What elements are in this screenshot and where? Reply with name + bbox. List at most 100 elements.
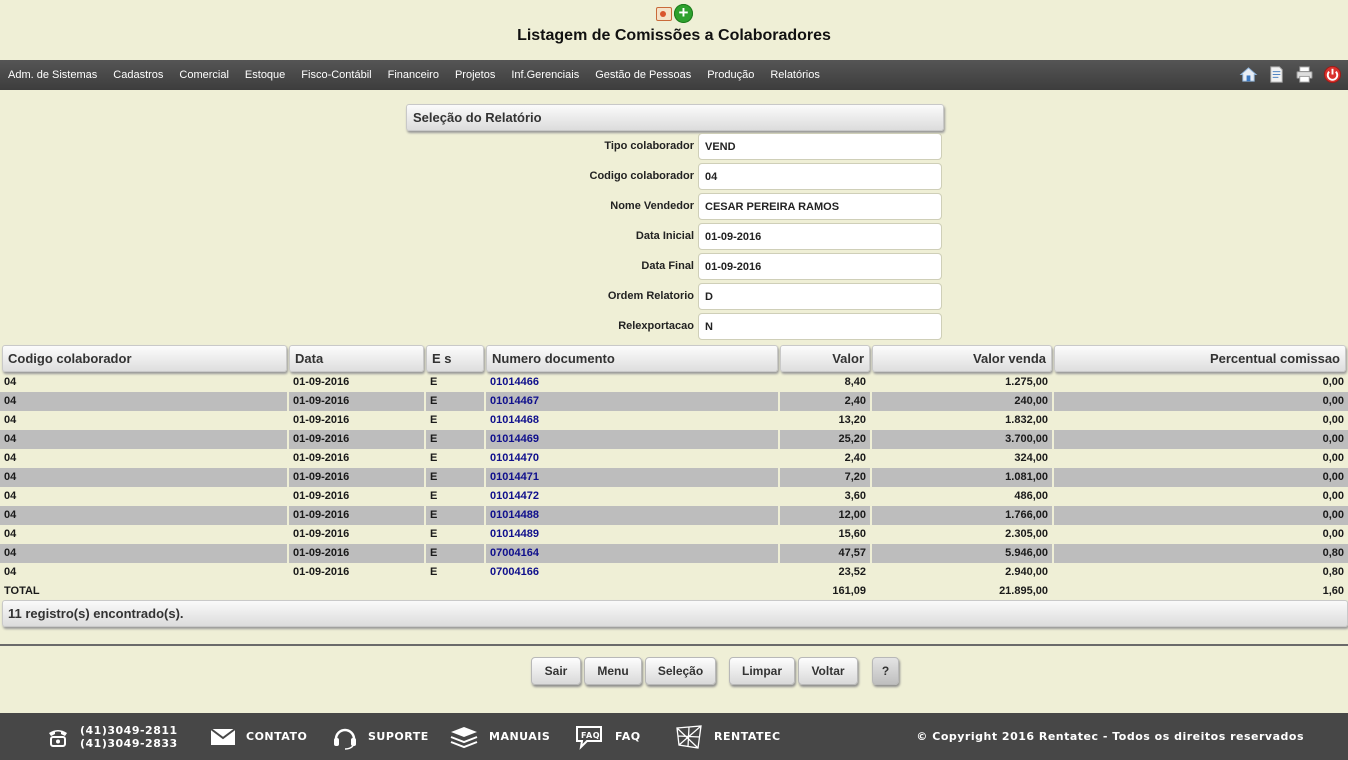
document-number-link[interactable]: 07004166	[486, 563, 778, 582]
contato-link[interactable]: CONTATO	[246, 730, 307, 743]
field-row-data-final: Data Final 01-09-2016	[406, 253, 944, 281]
footer: (41)3049-2811 (41)3049-2833 CONTATO SUPO…	[0, 713, 1348, 760]
table-row: 04 01-09-2016 E 01014472 3,60 486,00 0,00	[0, 487, 1348, 506]
cell-percentual: 0,00	[1054, 430, 1348, 449]
menu-item-inf-gerenciais[interactable]: Inf.Gerenciais	[503, 69, 587, 81]
nome-vendedor-field[interactable]: CESAR PEREIRA RAMOS	[698, 193, 942, 220]
menu-item-cadastros[interactable]: Cadastros	[105, 69, 171, 81]
telephone-icon	[49, 729, 67, 747]
document-number-link[interactable]: 01014468	[486, 411, 778, 430]
powerpoint-icon[interactable]	[656, 6, 672, 21]
cell-es: E	[426, 506, 484, 525]
cell-data: 01-09-2016	[293, 414, 350, 426]
column-header-valor-venda[interactable]: Valor venda	[872, 345, 1052, 372]
menu-item-producao[interactable]: Produção	[699, 69, 762, 81]
table-row: 04 01-09-2016 E 01014489 15,60 2.305,00 0,00	[0, 525, 1348, 544]
home-icon[interactable]	[1239, 64, 1258, 84]
menu-item-estoque[interactable]: Estoque	[237, 69, 293, 81]
field-row-ordem-relatorio: Ordem Relatorio D	[406, 283, 944, 311]
cell-es: E	[426, 392, 484, 411]
codigo-colaborador-field[interactable]: 04	[698, 163, 942, 190]
tipo-colaborador-field[interactable]: VEND	[698, 133, 942, 160]
printer-icon[interactable]	[1295, 64, 1314, 84]
cell-codigo: 04	[4, 414, 17, 426]
cell-valor: 7,20	[780, 468, 870, 487]
add-icon[interactable]: +	[674, 4, 693, 23]
table-row: 04 01-09-2016 E 07004166 23,52 2.940,00 0,80	[0, 563, 1348, 582]
cell-data: 01-09-2016	[293, 528, 350, 540]
column-header-numero-documento[interactable]: Numero documento	[486, 345, 778, 372]
document-number-link[interactable]: 01014469	[486, 430, 778, 449]
footer-faq[interactable]: FAQ FAQ	[575, 713, 641, 760]
column-header-percentual[interactable]: Percentual comissao	[1054, 345, 1346, 372]
rentatec-link[interactable]: RENTATEC	[714, 730, 781, 743]
menu-item-projetos[interactable]: Projetos	[447, 69, 503, 81]
document-number-link[interactable]: 01014471	[486, 468, 778, 487]
field-row-data-inicial: Data Inicial 01-09-2016	[406, 223, 944, 251]
cell-valor: 47,57	[780, 544, 870, 563]
cell-valor: 12,00	[780, 506, 870, 525]
document-number-link[interactable]: 01014470	[486, 449, 778, 468]
ordem-relatorio-field[interactable]: D	[698, 283, 942, 310]
cell-codigo: 04	[4, 566, 17, 578]
data-final-field[interactable]: 01-09-2016	[698, 253, 942, 280]
cell-valor-venda: 3.700,00	[872, 430, 1052, 449]
column-header-valor[interactable]: Valor	[780, 345, 870, 372]
menu-button[interactable]: Menu	[584, 657, 642, 685]
field-label: Relexportacao	[618, 320, 694, 332]
menu-item-financeiro[interactable]: Financeiro	[380, 69, 447, 81]
menu-item-fisco-contabil[interactable]: Fisco-Contábil	[293, 69, 379, 81]
menu-item-relatorios[interactable]: Relatórios	[762, 69, 828, 81]
help-button[interactable]: ?	[872, 657, 899, 685]
document-number-link[interactable]: 01014488	[486, 506, 778, 525]
document-number-link[interactable]: 01014466	[486, 373, 778, 392]
menu-item-adm-sistemas[interactable]: Adm. de Sistemas	[0, 69, 105, 81]
footer-rentatec[interactable]: RENTATEC	[674, 713, 781, 760]
main-menu: Adm. de Sistemas Cadastros Comercial Est…	[0, 60, 1348, 90]
column-header-codigo[interactable]: Codigo colaborador	[2, 345, 287, 372]
cell-data: 01-09-2016	[289, 430, 424, 449]
svg-text:FAQ: FAQ	[581, 731, 600, 740]
cell-data: 01-09-2016	[289, 544, 424, 563]
menu-item-gestao-pessoas[interactable]: Gestão de Pessoas	[587, 69, 699, 81]
cell-valor-venda: 2.305,00	[1005, 528, 1048, 540]
cell-valor-venda: 1.832,00	[1005, 414, 1048, 426]
cell-data: 01-09-2016	[289, 392, 424, 411]
document-number-link[interactable]: 01014467	[486, 392, 778, 411]
copyright-text: © Copyright 2016 Rentatec - Todos os dir…	[916, 730, 1304, 743]
cell-data: 01-09-2016	[289, 468, 424, 487]
footer-contato[interactable]: CONTATO	[210, 713, 307, 760]
cell-codigo: 04	[4, 376, 17, 388]
voltar-button[interactable]: Voltar	[798, 657, 858, 685]
phone-2: (41)3049-2833	[80, 736, 178, 750]
selection-panel-title: Seleção do Relatório	[406, 104, 944, 131]
column-header-data[interactable]: Data	[289, 345, 424, 372]
cell-percentual: 0,00	[1322, 452, 1344, 464]
footer-suporte[interactable]: SUPORTE	[332, 713, 429, 760]
cell-es: E	[426, 468, 484, 487]
document-number-link[interactable]: 01014489	[486, 525, 778, 544]
cell-es: E	[426, 544, 484, 563]
footer-manuais[interactable]: MANUAIS	[449, 713, 550, 760]
menu-item-comercial[interactable]: Comercial	[171, 69, 237, 81]
power-icon[interactable]	[1323, 64, 1342, 84]
limpar-button[interactable]: Limpar	[729, 657, 795, 685]
cell-codigo: 04	[0, 506, 287, 525]
cell-percentual: 0,00	[1054, 468, 1348, 487]
column-header-es[interactable]: E s	[426, 345, 484, 372]
document-number-link[interactable]: 07004164	[486, 544, 778, 563]
suporte-link[interactable]: SUPORTE	[368, 730, 429, 743]
faq-link[interactable]: FAQ	[615, 730, 641, 743]
relexportacao-field[interactable]: N	[698, 313, 942, 340]
manuais-link[interactable]: MANUAIS	[489, 730, 550, 743]
total-valor: 161,09	[832, 585, 866, 597]
document-number-link[interactable]: 01014472	[486, 487, 778, 506]
sair-button[interactable]: Sair	[531, 657, 581, 685]
data-inicial-field[interactable]: 01-09-2016	[698, 223, 942, 250]
cell-codigo: 04	[0, 392, 287, 411]
selecao-button[interactable]: Seleção	[645, 657, 716, 685]
document-icon[interactable]	[1267, 64, 1286, 84]
headset-icon	[334, 728, 356, 750]
table-row: 04 01-09-2016 E 07004164 47,57 5.946,00 0,80	[0, 544, 1348, 563]
total-label: TOTAL	[4, 585, 40, 597]
